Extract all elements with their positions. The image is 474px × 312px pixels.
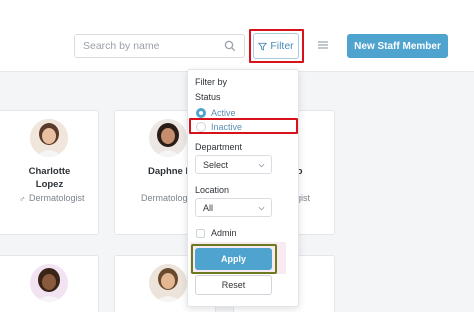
status-label: Status — [195, 92, 221, 102]
status-active-label[interactable]: Active — [211, 108, 236, 118]
avatar — [30, 119, 68, 157]
filter-icon — [258, 42, 268, 51]
avatar — [30, 264, 68, 302]
apply-button-highlight — [191, 244, 277, 274]
location-value: All — [203, 203, 214, 213]
admin-label: Admin — [211, 228, 237, 238]
staff-card[interactable]: Charlotte Lopez ♂ Dermatologist — [0, 110, 99, 235]
search-input[interactable]: Search by name — [74, 34, 245, 58]
department-label: Department — [195, 142, 243, 152]
search-icon — [224, 40, 236, 52]
department-select[interactable]: Select — [195, 155, 272, 174]
new-staff-member-label: New Staff Member — [354, 40, 441, 52]
status-inactive-radio[interactable] — [196, 122, 206, 132]
search-placeholder: Search by name — [83, 40, 160, 52]
staff-name: Charlotte — [28, 166, 71, 177]
avatar — [149, 264, 187, 302]
avatar — [149, 119, 187, 157]
reset-button[interactable]: Reset — [195, 275, 272, 295]
staff-card[interactable] — [0, 255, 99, 312]
location-select[interactable]: All — [195, 198, 272, 217]
gender-male-icon: ♂ — [19, 194, 26, 204]
location-label: Location — [195, 185, 230, 195]
status-inactive-label[interactable]: Inactive — [211, 122, 242, 132]
status-active-radio[interactable] — [196, 108, 206, 118]
filter-label: Filter — [270, 40, 294, 52]
filter-by-title: Filter by — [195, 77, 228, 87]
staff-role: Dermatologist — [29, 193, 85, 203]
staff-name-line2: Lopez — [35, 179, 64, 190]
chevron-down-icon — [258, 206, 265, 211]
list-view-icon[interactable] — [318, 40, 328, 50]
department-value: Select — [203, 160, 229, 170]
new-staff-member-button[interactable]: New Staff Member — [347, 34, 448, 58]
reset-label: Reset — [221, 280, 246, 290]
admin-checkbox[interactable] — [196, 229, 205, 238]
filter-button[interactable]: Filter — [253, 33, 299, 59]
chevron-down-icon — [258, 163, 265, 168]
